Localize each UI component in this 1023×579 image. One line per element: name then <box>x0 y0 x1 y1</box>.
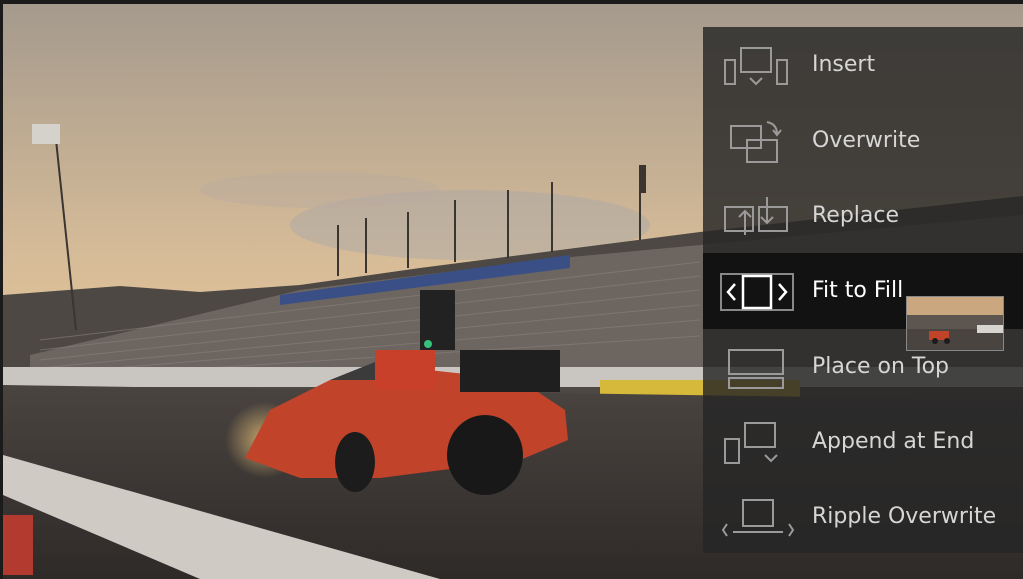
insert-icon <box>719 40 795 92</box>
ripple-overwrite-icon <box>719 492 795 544</box>
append-at-end-label: Append at End <box>812 429 975 454</box>
ripple-overwrite-option[interactable]: Ripple Overwrite <box>703 479 1023 555</box>
replace-icon <box>719 191 795 243</box>
fit-to-fill-icon <box>719 266 795 318</box>
place-on-top-icon <box>719 342 795 394</box>
replace-label: Replace <box>812 203 900 228</box>
video-viewer[interactable]: Insert Overwrite Replace Fit to Fill Pla… <box>0 0 1023 579</box>
overwrite-label: Overwrite <box>812 128 921 153</box>
append-at-end-icon <box>719 417 795 469</box>
insert-option[interactable]: Insert <box>703 27 1023 103</box>
insert-label: Insert <box>812 52 876 77</box>
edit-overlay-menu: Insert Overwrite Replace Fit to Fill Pla… <box>703 27 1023 553</box>
fit-to-fill-label: Fit to Fill <box>812 278 904 303</box>
replace-option[interactable]: Replace <box>703 178 1023 254</box>
overwrite-icon <box>719 116 795 168</box>
append-at-end-option[interactable]: Append at End <box>703 404 1023 480</box>
clip-preview-thumbnail <box>906 296 1004 351</box>
overwrite-option[interactable]: Overwrite <box>703 103 1023 179</box>
ripple-overwrite-label: Ripple Overwrite <box>812 504 997 529</box>
